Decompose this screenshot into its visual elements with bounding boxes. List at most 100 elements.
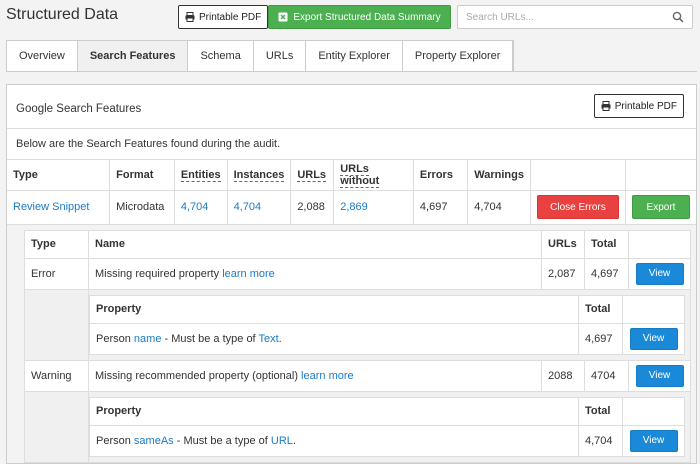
tab-property-explorer[interactable]: Property Explorer	[403, 41, 514, 71]
property-header-row: Property Total	[89, 295, 685, 324]
tab-bar: Overview Search Features Schema URLs Ent…	[6, 40, 515, 72]
property-end: .	[278, 332, 282, 345]
issue-name: Missing required property learn more	[88, 258, 542, 290]
header-actions-2	[625, 160, 696, 191]
issues-header-total: Total	[584, 230, 629, 259]
table-row: Error Missing required property learn mo…	[24, 258, 691, 290]
panel-description: Below are the Search Features found duri…	[7, 129, 696, 160]
property-table: Property Total	[89, 294, 685, 355]
issues-header-action	[628, 230, 691, 259]
export-icon	[278, 12, 288, 22]
expanded-row: Type Name URLs Total Error Missing requi…	[7, 224, 696, 463]
issues-wrap: Type Name URLs Total Error Missing requi…	[7, 224, 696, 463]
export-summary-button[interactable]: Export Structured Data Summary	[268, 5, 451, 29]
property-type-link[interactable]: Text	[258, 333, 278, 345]
issues-header-row: Type Name URLs Total	[24, 230, 691, 259]
nested-property-row: Property Total	[24, 391, 691, 463]
tab-schema[interactable]: Schema	[188, 41, 254, 71]
property-header-property: Property	[89, 397, 579, 426]
property-entity: Person	[96, 434, 131, 447]
issue-type: Warning	[24, 360, 89, 392]
search-features-table: Type Format Entities Instances URLs URLs…	[7, 160, 696, 463]
property-header-total: Total	[578, 295, 623, 324]
property-name-link[interactable]: name	[134, 333, 162, 345]
property-header-action	[622, 397, 685, 426]
issue-type: Error	[24, 258, 89, 290]
issue-urls: 2088	[541, 360, 585, 392]
learn-more-link[interactable]: learn more	[301, 370, 354, 382]
nested-spacer	[24, 391, 89, 463]
header-errors: Errors	[413, 160, 469, 191]
instances-link[interactable]: 4,704	[234, 201, 262, 213]
property-total: 4,697	[578, 323, 623, 355]
view-button[interactable]: View	[629, 327, 678, 350]
header-urls-without-label: URLs without	[340, 162, 380, 188]
tabs-divider	[6, 71, 697, 72]
close-errors-button[interactable]: Close Errors	[536, 195, 619, 219]
nested-property-row: Property Total	[24, 289, 691, 361]
nested-spacer	[24, 289, 89, 361]
issue-name-text: Missing recommended property (optional)	[95, 369, 298, 382]
nested-cell: Property Total	[88, 289, 691, 361]
search-input[interactable]	[458, 6, 658, 28]
header-entities-label: Entities	[180, 168, 221, 182]
warnings-cell: 4,704	[467, 190, 531, 225]
header-instances[interactable]: Instances	[227, 160, 292, 191]
tab-urls[interactable]: URLs	[254, 41, 307, 71]
property-header-action	[622, 295, 685, 324]
table-header-row: Type Format Entities Instances URLs URLs…	[7, 160, 696, 191]
issue-name: Missing recommended property (optional) …	[88, 360, 542, 392]
header-actions-1	[530, 160, 627, 191]
table-row: Person sameAs - Must be a type of URL. 4…	[89, 425, 685, 457]
search-box	[457, 5, 693, 29]
tab-search-features[interactable]: Search Features	[77, 41, 189, 71]
view-button[interactable]: View	[635, 364, 684, 387]
table-row: Warning Missing recommended property (op…	[24, 360, 691, 392]
property-total: 4,704	[578, 425, 623, 457]
property-header-row: Property Total	[89, 397, 685, 426]
printable-pdf-label: Printable PDF	[199, 11, 262, 23]
review-snippet-link[interactable]: Review Snippet	[13, 201, 89, 213]
print-icon	[185, 12, 195, 22]
property-sep: - Must be a type of	[164, 332, 256, 345]
nested-cell: Property Total	[88, 391, 691, 463]
property-desc: Person sameAs - Must be a type of URL.	[89, 425, 579, 457]
property-type-link[interactable]: URL	[271, 435, 293, 447]
property-header-property: Property	[89, 295, 579, 324]
panel-printable-pdf-button[interactable]: Printable PDF	[593, 94, 684, 118]
header-entities[interactable]: Entities	[174, 160, 228, 191]
table-row: Person name - Must be a type of Text. 4,…	[89, 323, 685, 355]
header-urls-without[interactable]: URLs without	[333, 160, 414, 191]
export-button[interactable]: Export	[632, 195, 690, 219]
export-summary-label: Export Structured Data Summary	[293, 11, 441, 23]
property-table: Property Total	[89, 396, 685, 457]
entities-link[interactable]: 4,704	[181, 201, 209, 213]
property-header-total: Total	[578, 397, 623, 426]
search-features-panel: Google Search Features Printable PDF Bel…	[6, 84, 697, 464]
issues-table: Type Name URLs Total Error Missing requi…	[24, 229, 691, 463]
tab-entity-explorer[interactable]: Entity Explorer	[306, 41, 403, 71]
view-button[interactable]: View	[635, 262, 684, 285]
urls-without-link[interactable]: 2,869	[340, 201, 368, 213]
issue-urls: 2,087	[541, 258, 585, 290]
property-sep: - Must be a type of	[176, 434, 268, 447]
table-row: Review Snippet Microdata 4,704 4,704 2,0…	[7, 190, 696, 225]
issue-total: 4704	[584, 360, 629, 392]
header-urls-label: URLs	[297, 168, 327, 182]
property-desc: Person name - Must be a type of Text.	[89, 323, 579, 355]
issues-header-urls: URLs	[541, 230, 585, 259]
header-urls[interactable]: URLs	[290, 160, 335, 191]
view-button[interactable]: View	[629, 429, 678, 452]
header-format: Format	[109, 160, 175, 191]
printable-pdf-button[interactable]: Printable PDF	[178, 5, 269, 29]
app-title: Structured Data	[6, 6, 119, 23]
learn-more-link[interactable]: learn more	[222, 268, 275, 280]
property-end: .	[292, 434, 296, 447]
search-icon[interactable]	[672, 11, 684, 23]
property-name-link[interactable]: sameAs	[134, 435, 174, 447]
header-type: Type	[7, 160, 111, 191]
panel-header: Google Search Features Printable PDF	[7, 85, 696, 129]
urls-cell: 2,088	[290, 190, 335, 225]
tab-overview[interactable]: Overview	[7, 41, 78, 71]
panel-title: Google Search Features	[16, 103, 142, 115]
